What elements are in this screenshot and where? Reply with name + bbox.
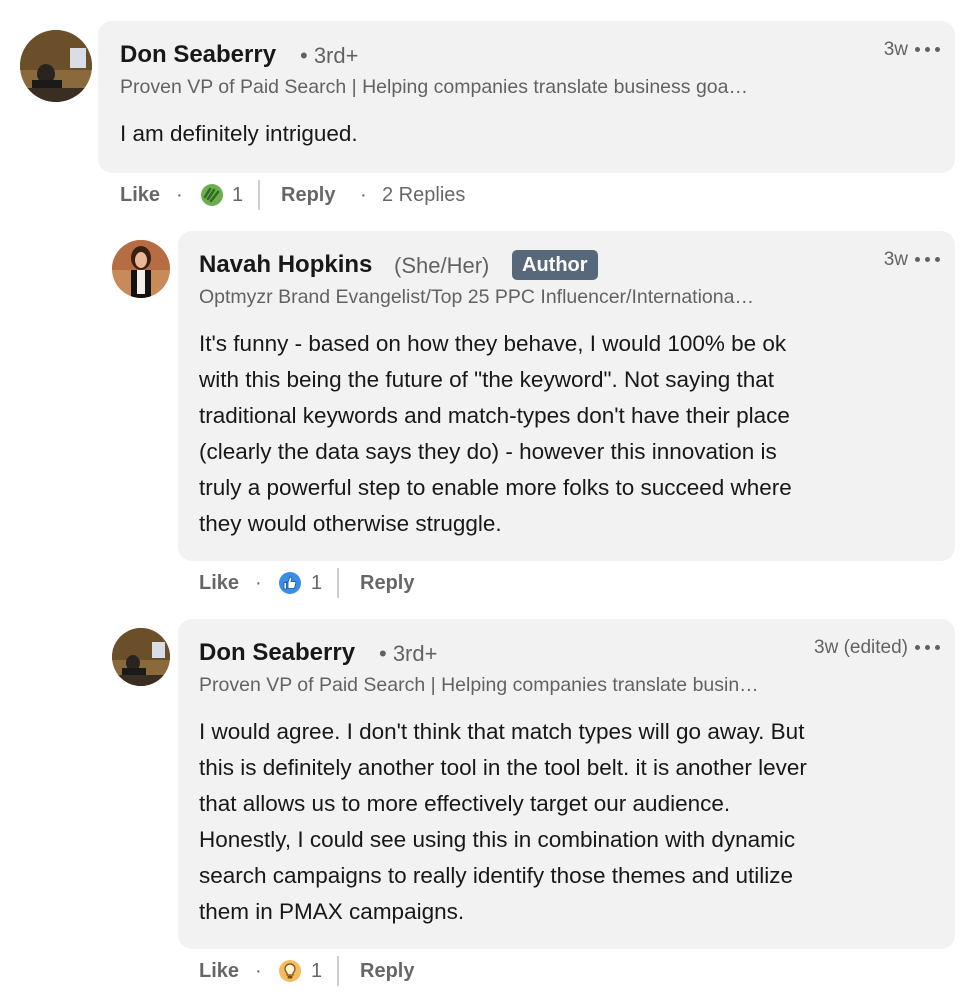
comment-text: I am definitely intrigued.: [120, 121, 358, 146]
author-headline: Proven VP of Paid Search | Helping compa…: [199, 674, 759, 696]
divider: [337, 568, 339, 598]
comment-text-line: truly a powerful step to enable more fol…: [199, 475, 792, 500]
comment-text-line: I would agree. I don't think that match …: [199, 719, 805, 744]
connection-degree: • 3rd+: [379, 641, 438, 666]
avatar-photo: [112, 240, 170, 298]
comment-timestamp: 3w: [883, 39, 908, 60]
divider: [258, 180, 260, 210]
comment-text-line: Honestly, I could see using this in comb…: [199, 827, 796, 852]
comment-timestamp: 3w (edited): [814, 637, 908, 658]
more-options-icon[interactable]: [915, 46, 941, 54]
replies-count-link[interactable]: 2 Replies: [382, 180, 465, 210]
comment-author-name[interactable]: Navah Hopkins: [199, 251, 372, 279]
more-options-icon[interactable]: [915, 644, 941, 652]
like-button[interactable]: Like: [199, 568, 239, 598]
reply-button[interactable]: Reply: [360, 956, 414, 986]
insightful-bulb-icon[interactable]: [278, 959, 302, 983]
comment-author-name[interactable]: Don Seaberry: [120, 41, 276, 69]
separator-dot: ·: [255, 572, 262, 594]
comment-text-line: traditional keywords and match-types don…: [199, 403, 790, 428]
avatar-photo: [112, 628, 170, 686]
more-options-icon[interactable]: [915, 256, 941, 264]
comment-actions: Like · 1 Reply: [199, 568, 499, 598]
author-headline: Optmyzr Brand Evangelist/Top 25 PPC Infl…: [199, 286, 754, 308]
reply-button[interactable]: Reply: [360, 568, 414, 598]
comment-text-line: (clearly the data says they do) - howeve…: [199, 439, 777, 464]
comment-author-name[interactable]: Don Seaberry: [199, 639, 355, 667]
connection-degree: • 3rd+: [300, 43, 359, 68]
comment-text-line: them in PMAX campaigns.: [199, 899, 465, 924]
avatar-photo: [20, 30, 92, 102]
author-headline: Proven VP of Paid Search | Helping compa…: [120, 76, 748, 98]
comment-actions: Like · 1 Reply · 2 Replies: [120, 180, 520, 210]
like-button[interactable]: Like: [199, 956, 239, 986]
avatar-don-seaberry[interactable]: [20, 30, 92, 102]
divider: [337, 956, 339, 986]
comment-text: I would agree. I don't think that match …: [199, 714, 944, 930]
separator-dot: ·: [255, 960, 262, 982]
comment-text-line: with this being the future of "the keywo…: [199, 367, 775, 392]
comment-text-line: It's funny - based on how they behave, I…: [199, 331, 787, 356]
comment-text-line: search campaigns to really identify thos…: [199, 863, 794, 888]
author-pronouns: (She/Her): [394, 253, 490, 278]
reaction-count[interactable]: 1: [232, 180, 243, 210]
support-icon[interactable]: [200, 183, 224, 207]
avatar-don-seaberry[interactable]: [112, 628, 170, 686]
like-button[interactable]: Like: [120, 180, 160, 210]
comment-text: It's funny - based on how they behave, I…: [199, 326, 944, 542]
author-badge: Author: [512, 250, 598, 280]
separator-dot: ·: [360, 184, 367, 206]
reaction-count[interactable]: 1: [311, 568, 322, 598]
reaction-count[interactable]: 1: [311, 956, 322, 986]
separator-dot: ·: [176, 184, 183, 206]
comment-text-line: this is definitely another tool in the t…: [199, 755, 807, 780]
like-thumb-icon[interactable]: [278, 571, 302, 595]
comment-text-line: that allows us to more effectively targe…: [199, 791, 731, 816]
reply-button[interactable]: Reply: [281, 180, 335, 210]
comment-timestamp: 3w: [883, 249, 908, 270]
comment-actions: Like · 1 Reply: [199, 956, 499, 986]
avatar-navah-hopkins[interactable]: [112, 240, 170, 298]
comment-text-line: they would otherwise struggle.: [199, 511, 502, 536]
